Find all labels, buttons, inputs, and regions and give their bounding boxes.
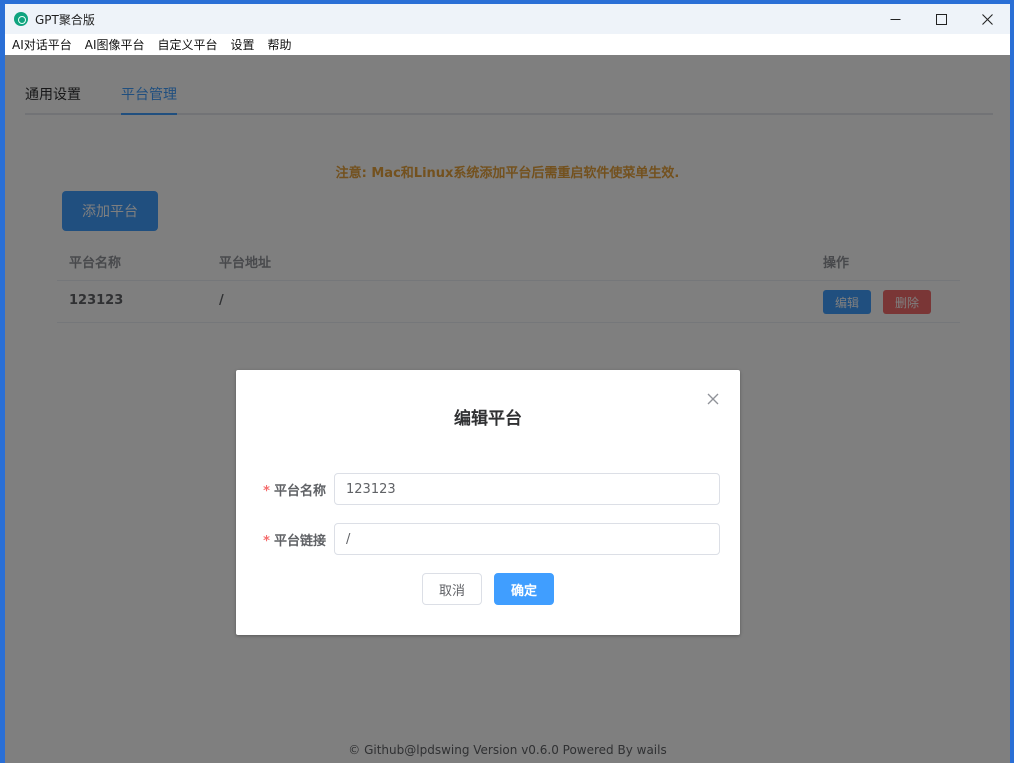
- required-mark: *: [263, 484, 270, 499]
- minimize-button[interactable]: [872, 4, 918, 34]
- title-bar: GPT聚合版: [5, 4, 1010, 34]
- dialog-title: 编辑平台: [454, 409, 522, 429]
- platform-name-input[interactable]: [334, 473, 720, 505]
- maximize-button[interactable]: [918, 4, 964, 34]
- form-row-link: * 平台链接: [256, 523, 722, 555]
- form-row-name: * 平台名称: [256, 473, 722, 505]
- menu-ai-chat[interactable]: AI对话平台: [7, 36, 77, 53]
- name-field-label: * 平台名称: [256, 480, 326, 499]
- close-window-button[interactable]: [964, 4, 1010, 34]
- menu-ai-image[interactable]: AI图像平台: [80, 36, 150, 53]
- link-field-label: * 平台链接: [256, 530, 326, 549]
- close-window-icon: [981, 13, 993, 25]
- app-logo-icon: [14, 12, 28, 26]
- name-label-text: 平台名称: [273, 484, 326, 499]
- link-label-text: 平台链接: [273, 534, 326, 549]
- menu-help[interactable]: 帮助: [263, 36, 297, 53]
- maximize-icon: [935, 13, 947, 25]
- required-mark: *: [263, 534, 270, 549]
- platform-link-input[interactable]: [334, 523, 720, 555]
- cancel-button[interactable]: 取消: [422, 573, 482, 605]
- menu-custom-platform[interactable]: 自定义平台: [153, 36, 223, 53]
- confirm-button[interactable]: 确定: [494, 573, 554, 605]
- menu-settings[interactable]: 设置: [226, 36, 260, 53]
- close-icon[interactable]: [706, 392, 720, 406]
- window-title: GPT聚合版: [35, 12, 95, 27]
- menu-bar: AI对话平台 AI图像平台 自定义平台 设置 帮助: [5, 34, 1010, 55]
- edit-platform-dialog: 编辑平台 *平台名称 *平台链接 取消 确定: [236, 370, 740, 635]
- minimize-icon: [890, 18, 900, 20]
- window-controls: [872, 4, 1010, 34]
